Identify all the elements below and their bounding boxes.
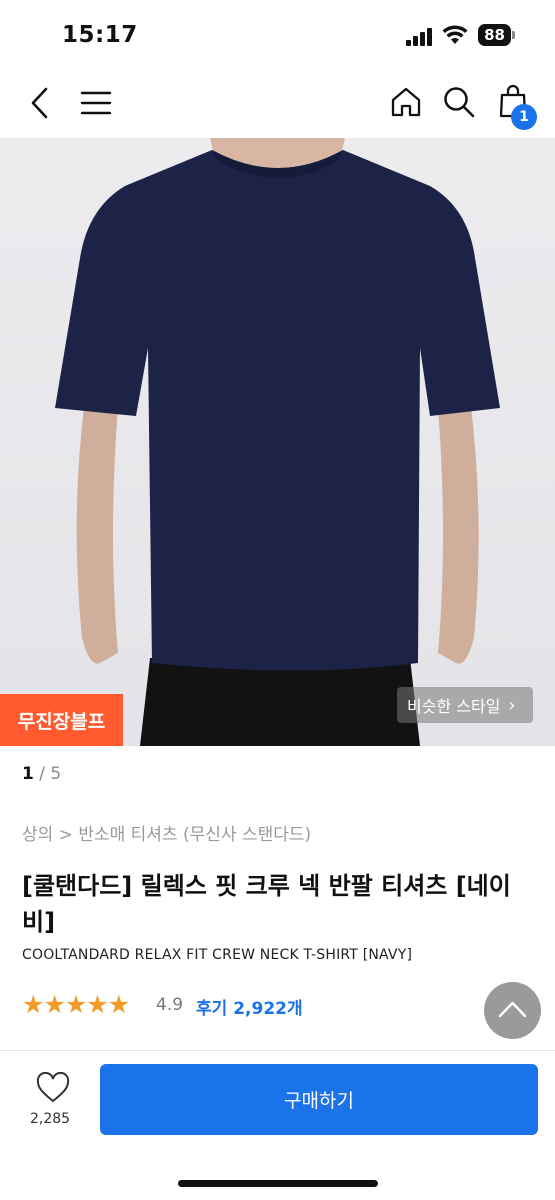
battery-level: 88 xyxy=(478,24,511,46)
similar-style-button[interactable]: 비슷한 스타일 › xyxy=(397,687,533,723)
chevron-up-icon xyxy=(498,1001,527,1018)
product-title: [쿨탠다드] 릴렉스 핏 크루 넥 반팔 티셔츠 [네이비] xyxy=(22,872,511,936)
image-pager: 1 / 5 xyxy=(22,764,62,784)
status-bar: 15:17 88 xyxy=(0,0,555,70)
signal-icon xyxy=(406,28,434,46)
like-count: 2,285 xyxy=(30,1111,71,1127)
battery-icon: 88 xyxy=(478,24,516,46)
product-image[interactable] xyxy=(0,138,555,746)
home-indicator xyxy=(178,1180,378,1187)
search-icon[interactable] xyxy=(442,85,476,123)
menu-icon[interactable] xyxy=(80,90,112,120)
product-subtitle: COOLTANDARD RELAX FIT CREW NECK T-SHIRT … xyxy=(22,947,413,963)
breadcrumb[interactable]: 상의 > 반소매 티셔츠 (무신사 스탠다드) xyxy=(22,820,311,845)
chevron-right-icon: › xyxy=(508,694,516,716)
page-total: 5 xyxy=(50,764,62,784)
back-icon[interactable] xyxy=(28,86,52,124)
promo-tag: 무진장블프 xyxy=(0,694,123,746)
top-nav xyxy=(0,70,555,138)
wifi-icon xyxy=(442,24,468,46)
cart-count-badge: 1 xyxy=(511,104,537,130)
home-icon[interactable] xyxy=(390,86,422,122)
similar-style-label: 비슷한 스타일 xyxy=(407,697,501,716)
divider xyxy=(0,1050,555,1051)
buy-button[interactable]: 구매하기 xyxy=(100,1064,538,1135)
rating-stars: ★★★★★ xyxy=(22,990,130,1019)
scroll-top-button[interactable] xyxy=(484,982,541,1039)
status-time: 15:17 xyxy=(62,22,138,48)
heart-icon xyxy=(36,1071,70,1103)
review-count-link[interactable]: 후기 2,922개 xyxy=(196,994,303,1019)
rating-value: 4.9 xyxy=(156,995,184,1015)
page-current: 1 xyxy=(22,764,34,784)
